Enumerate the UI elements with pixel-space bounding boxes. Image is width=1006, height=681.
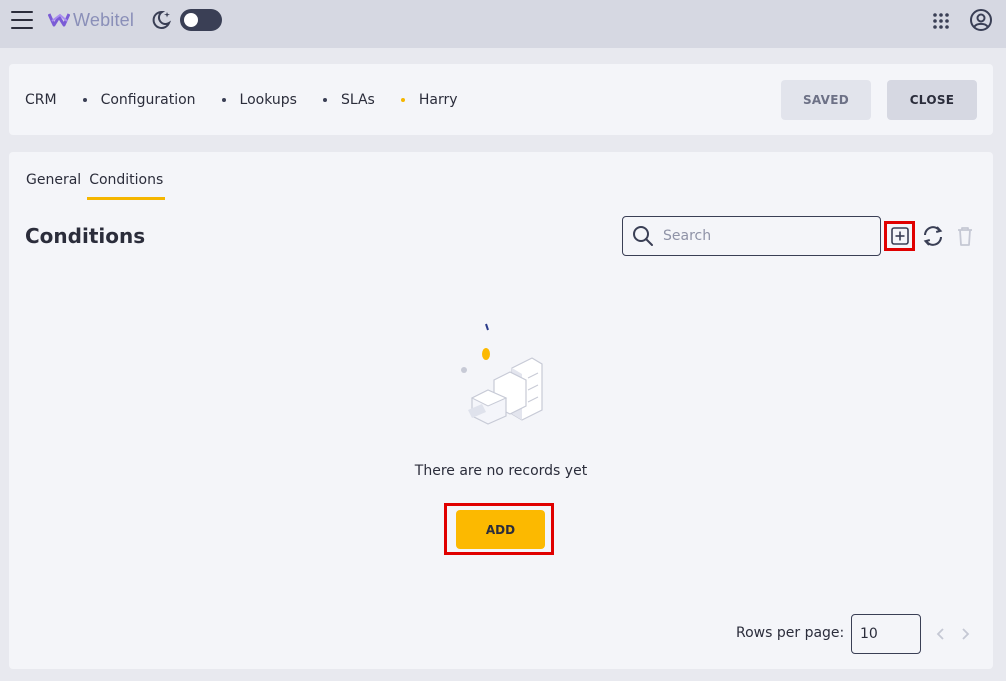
tab-conditions[interactable]: Conditions: [87, 172, 166, 200]
breadcrumb-configuration[interactable]: Configuration: [101, 92, 196, 108]
hamburger-icon[interactable]: [11, 11, 33, 29]
empty-boxes-illustration: [461, 323, 543, 425]
breadcrumb-current: Harry: [418, 91, 458, 108]
tabs: General Conditions: [25, 172, 166, 200]
breadcrumb-separator-active: [400, 97, 405, 102]
rows-per-page-label: Rows per page:: [736, 625, 845, 641]
saved-button[interactable]: SAVED: [781, 80, 871, 120]
breadcrumb-crm[interactable]: CRM: [25, 92, 57, 108]
toggle-knob: [184, 13, 198, 27]
main-card: General Conditions Conditions Search The…: [9, 152, 993, 669]
tab-general[interactable]: General: [25, 172, 82, 200]
breadcrumb-lookups[interactable]: Lookups: [240, 92, 297, 108]
add-button-highlight: ADD: [444, 503, 554, 555]
delete-icon: [958, 227, 972, 246]
search-input[interactable]: [663, 228, 863, 244]
refresh-icon[interactable]: [921, 224, 945, 248]
breadcrumb: CRM Configuration Lookups SLAs Harry: [25, 64, 458, 135]
breadcrumb-separator: [82, 97, 87, 102]
moon-stars-icon: [152, 10, 172, 29]
empty-state-text: There are no records yet: [414, 463, 588, 479]
close-button[interactable]: CLOSE: [887, 80, 977, 120]
theme-toggle[interactable]: [180, 9, 222, 31]
webitel-logo-icon: [48, 13, 70, 27]
apps-grid-icon[interactable]: [932, 12, 950, 30]
top-bar: Webitel: [0, 0, 1006, 48]
add-button[interactable]: ADD: [456, 510, 545, 549]
plus-box-icon: [890, 227, 909, 245]
logo[interactable]: Webitel: [48, 9, 134, 31]
chevron-left-icon: [936, 628, 944, 640]
breadcrumb-separator: [221, 97, 226, 102]
breadcrumb-separator: [322, 97, 327, 102]
rows-per-page-input[interactable]: [851, 614, 921, 654]
account-icon[interactable]: [969, 8, 993, 32]
add-icon-button[interactable]: [884, 221, 915, 251]
search-box[interactable]: [622, 216, 881, 256]
search-icon: [633, 226, 653, 246]
logo-text: Webitel: [73, 9, 135, 30]
chevron-right-icon: [962, 628, 970, 640]
section-title: Conditions: [25, 224, 146, 248]
breadcrumb-slas[interactable]: SLAs: [341, 92, 375, 108]
header-card: CRM Configuration Lookups SLAs Harry SAV…: [9, 64, 993, 135]
